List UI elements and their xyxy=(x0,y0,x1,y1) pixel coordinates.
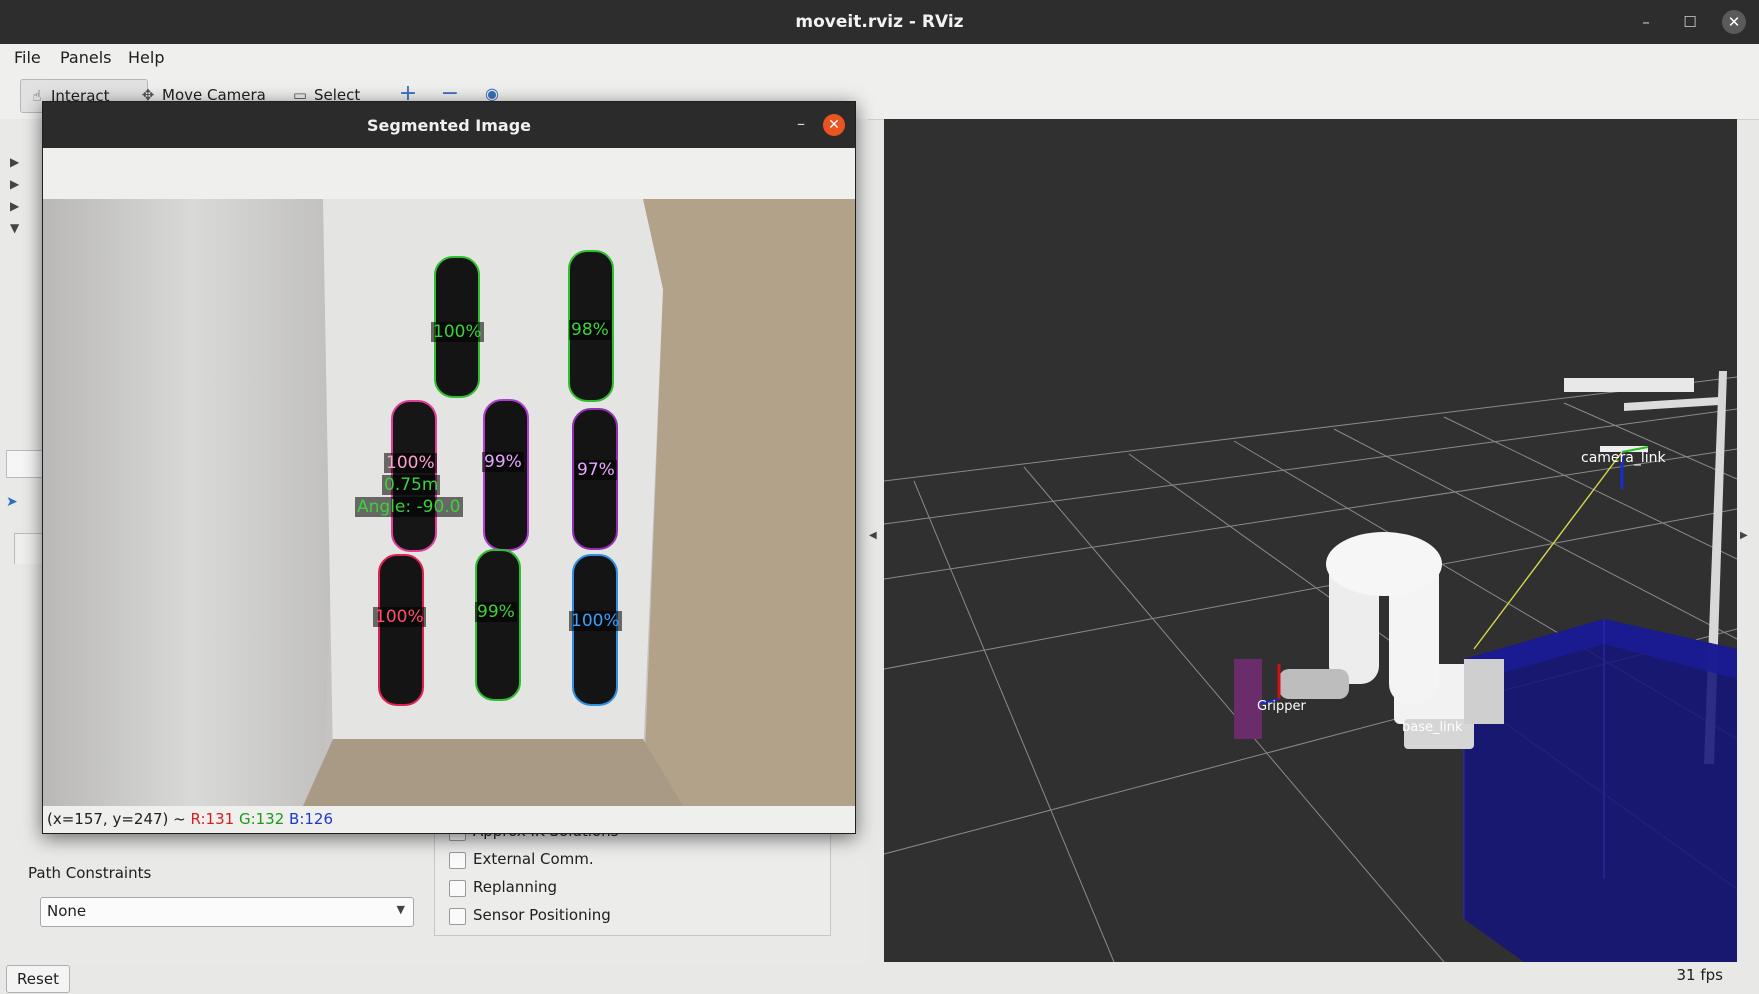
close-icon[interactable]: ✕ xyxy=(823,114,845,136)
pixel-red: R:131 xyxy=(190,810,235,828)
segmented-image-window: Segmented Image – ✕ 100% 98% 100% 0.75m … xyxy=(42,101,856,834)
close-icon[interactable]: ✕ xyxy=(1722,10,1746,34)
tree-expand-icon[interactable]: ▶ xyxy=(10,155,19,169)
base-link-label: base_link xyxy=(1402,720,1463,735)
segmented-image[interactable]: 100% 98% 100% 0.75m Angle: -90.0 99% 97%… xyxy=(43,199,855,806)
detection-label: 100% xyxy=(373,607,426,627)
path-constraints-select[interactable]: None ▼ xyxy=(40,897,414,927)
pixel-blue: B:126 xyxy=(289,810,334,828)
splitter-left-arrow-icon[interactable]: ◀ xyxy=(869,530,877,541)
gripper-label: Gripper xyxy=(1257,699,1307,714)
tree-expand-icon[interactable]: ▶ xyxy=(10,177,19,191)
menu-panels[interactable]: Panels xyxy=(60,48,112,67)
detection-label: 100% xyxy=(384,453,437,473)
menu-file[interactable]: File xyxy=(14,48,41,67)
detection-label: 99% xyxy=(475,602,517,622)
popup-title: Segmented Image xyxy=(367,116,531,135)
minimize-icon[interactable]: – xyxy=(797,114,805,133)
path-constraints-label: Path Constraints xyxy=(28,864,152,882)
external-comm-checkbox[interactable] xyxy=(449,852,466,869)
render-viewport[interactable]: camera_link Gripper base_link xyxy=(884,119,1737,962)
window-title: moveit.rviz - RViz xyxy=(795,12,964,32)
scene-render: camera_link Gripper base_link xyxy=(884,371,1737,962)
sensor-positioning-label: Sensor Positioning xyxy=(473,906,611,924)
robot-arm xyxy=(1234,532,1504,749)
pixel-status-line: (x=157, y=247) ~ R:131 G:132 B:126 xyxy=(47,810,333,828)
sensor-positioning-checkbox[interactable] xyxy=(449,908,466,925)
pixel-coords: (x=157, y=247) ~ xyxy=(47,810,186,828)
maximize-icon[interactable]: ☐ xyxy=(1678,10,1702,34)
detection-label: 98% xyxy=(569,320,611,340)
external-comm-label: External Comm. xyxy=(473,850,594,868)
menu-bar: File Panels Help xyxy=(0,44,1759,72)
minimize-icon[interactable]: – xyxy=(1634,10,1658,34)
bin-box xyxy=(1463,619,1737,962)
detection-label: 100% xyxy=(569,611,622,631)
menu-help[interactable]: Help xyxy=(128,48,164,67)
replanning-label: Replanning xyxy=(473,878,558,896)
chevron-down-icon: ▼ xyxy=(396,903,405,916)
tree-collapse-icon[interactable]: ▼ xyxy=(10,221,19,235)
detection-label: 100% xyxy=(431,322,484,342)
replanning-checkbox[interactable] xyxy=(449,880,466,897)
detection-angle: Angle: -90.0 xyxy=(355,497,463,517)
popup-titlebar: Segmented Image – ✕ xyxy=(43,102,855,148)
window-titlebar: moveit.rviz - RViz – ☐ ✕ xyxy=(0,0,1759,44)
reset-button[interactable]: Reset xyxy=(6,965,70,993)
detection-distance: 0.75m xyxy=(382,475,441,495)
camera-link-label: camera_link xyxy=(1581,450,1667,466)
path-constraints-value: None xyxy=(47,902,87,920)
motion-planning-icon: ➤ xyxy=(6,494,18,510)
partial-field[interactable] xyxy=(6,450,44,478)
fps-readout: 31 fps xyxy=(1676,966,1723,984)
tree-expand-icon[interactable]: ▶ xyxy=(10,199,19,213)
pixel-green: G:132 xyxy=(238,810,285,828)
splitter-right-arrow-icon[interactable]: ▶ xyxy=(1740,530,1748,541)
detection-label: 99% xyxy=(482,452,524,472)
detection-label: 97% xyxy=(575,460,617,480)
